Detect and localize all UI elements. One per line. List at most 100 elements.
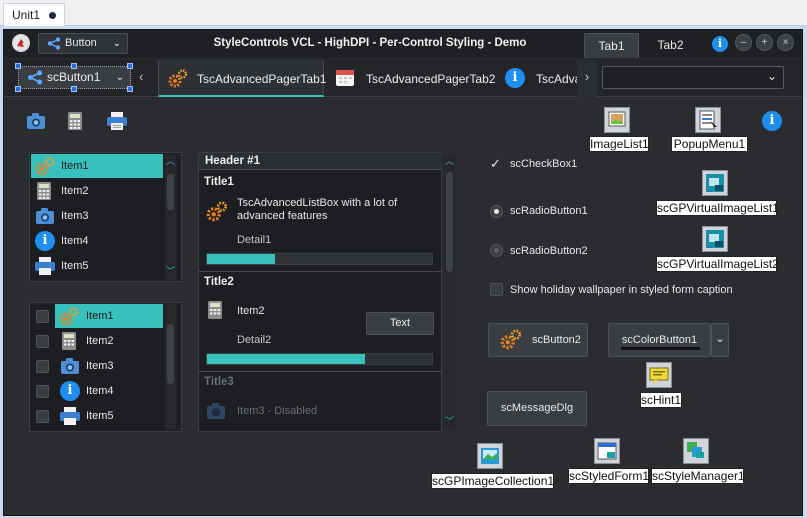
selection-handle[interactable] (71, 86, 77, 92)
list-item-label[interactable]: Item2 (86, 335, 114, 347)
style-combo-label: Button (65, 37, 97, 49)
close-button[interactable]: × (777, 34, 794, 51)
hint-icon[interactable] (646, 362, 672, 388)
camera-icon (60, 357, 80, 378)
section-title: Title3 (204, 376, 234, 388)
sc-hint1-label[interactable]: scHint1 (640, 392, 682, 408)
list-item-label: Item1 (86, 310, 114, 322)
advanced-listbox[interactable] (198, 152, 442, 432)
item-checkbox[interactable] (36, 385, 49, 398)
list-item-label[interactable]: Item3 (86, 360, 114, 372)
minimize-button[interactable]: – (735, 34, 752, 51)
printer-icon[interactable] (106, 111, 128, 134)
virtual-image-list-icon[interactable] (702, 170, 728, 196)
pager-tab-3[interactable]: TscAdva (536, 72, 581, 86)
virtual-image-list-icon[interactable] (702, 226, 728, 252)
pager-tab-2[interactable]: TscAdvancedPagerTab2 (366, 72, 495, 86)
advlist-scrollbar[interactable]: ︿ ﹀ (444, 154, 455, 430)
calculator-icon (61, 331, 77, 354)
ide-unit-tab[interactable]: Unit1 (3, 3, 65, 26)
sc-color-button1[interactable]: scColorButton1 (608, 323, 711, 357)
image-list1-label[interactable]: ImageList1 (589, 136, 649, 152)
sc-message-dlg[interactable]: scMessageDlg (487, 391, 587, 426)
scrollbar-thumb[interactable] (167, 174, 174, 210)
sc-color-button1-label: scColorButton1 (621, 334, 698, 346)
sc-radio-button2[interactable]: scRadioButton2 (510, 245, 588, 257)
tab-tab1[interactable]: Tab1 (584, 33, 639, 58)
style-manager1-label[interactable]: scStyleManager1 (651, 468, 745, 484)
list-item-label[interactable]: Item4 (61, 235, 89, 247)
info-icon: i (60, 381, 80, 401)
chevron-up-icon[interactable]: ︿ (445, 154, 454, 167)
list2-scrollbar[interactable] (165, 304, 176, 430)
popup-menu-icon[interactable] (695, 107, 721, 133)
section-text: TscAdvancedListBox with a lot of advance… (237, 197, 398, 222)
popup-menu1-label[interactable]: PopupMenu1 (671, 136, 748, 152)
list-item-label[interactable]: Item4 (86, 385, 114, 397)
list-item-label[interactable]: Item2 (61, 185, 89, 197)
section-title: Title2 (204, 276, 234, 288)
image-collection1-label[interactable]: scGPImageCollection1 (431, 473, 554, 489)
modified-dot-icon (49, 12, 56, 19)
item-checkbox[interactable] (36, 360, 49, 373)
section-title: Title1 (204, 176, 234, 188)
radio-button-2[interactable] (490, 244, 503, 257)
calculator-icon[interactable] (67, 111, 83, 134)
camera-icon (206, 402, 226, 423)
section-detail: Detail1 (237, 234, 272, 246)
caption-info-icon[interactable]: i (712, 36, 728, 52)
gears-icon (499, 327, 523, 354)
chevron-down-icon: ⌄ (766, 69, 777, 83)
styled-form1-label[interactable]: scStyledForm1 (568, 468, 649, 484)
image-list-icon[interactable] (604, 107, 630, 133)
color-dropdown-button[interactable]: ⌄ (711, 323, 729, 357)
selection-handle[interactable] (71, 63, 77, 69)
list1-scrollbar[interactable]: ︿ ﹀ (165, 154, 176, 280)
radio-dot (494, 209, 499, 214)
wallpaper-checkbox-label[interactable]: Show holiday wallpaper in styled form ca… (510, 284, 733, 296)
checkmark-icon[interactable]: ✓ (490, 156, 501, 172)
list-item-label[interactable]: Item3 (61, 210, 89, 222)
share-icon (27, 70, 43, 92)
progress-fill (207, 254, 275, 264)
pager-scroll-left-icon[interactable]: ‹ (139, 69, 143, 84)
gears-icon (34, 155, 56, 180)
styled-form-icon[interactable] (594, 438, 620, 464)
tab-tab2[interactable]: Tab2 (643, 33, 698, 58)
selection-handle[interactable] (127, 86, 133, 92)
radio-button-1[interactable] (490, 205, 503, 218)
section-detail: Detail2 (237, 334, 272, 346)
selection-handle[interactable] (127, 63, 133, 69)
chevron-up-icon[interactable]: ︿ (166, 154, 175, 167)
wallpaper-checkbox[interactable] (490, 283, 503, 296)
item-checkbox[interactable] (36, 310, 49, 323)
ide-unit-tab-label: Unit1 (12, 8, 41, 22)
text-button[interactable]: Text (366, 312, 434, 335)
ide-tab-strip (0, 0, 807, 26)
progress-bar (206, 353, 433, 365)
sc-checkbox1[interactable]: scCheckBox1 (510, 158, 577, 170)
chevron-down-icon[interactable]: ﹀ (445, 414, 454, 427)
pager-scroll-right-icon[interactable]: › (577, 60, 597, 97)
item-checkbox[interactable] (36, 410, 49, 423)
listbox-header: Header #1 (199, 153, 442, 170)
info-icon: i (35, 231, 55, 251)
scrollbar-thumb[interactable] (167, 324, 174, 384)
chevron-down-icon[interactable]: ﹀ (166, 264, 175, 277)
selection-handle[interactable] (15, 86, 21, 92)
list-item-label[interactable]: Item5 (86, 410, 114, 422)
maximize-button[interactable]: + (756, 34, 773, 51)
selection-handle[interactable] (15, 63, 21, 69)
scrollbar-thumb[interactable] (446, 172, 453, 272)
item-checkbox[interactable] (36, 335, 49, 348)
pager-tab-1[interactable]: TscAdvancedPagerTab1 (158, 60, 326, 97)
image-collection-icon[interactable] (477, 443, 503, 469)
virtual-image-list1-label[interactable]: scGPVirtualImageList1 (656, 200, 779, 216)
style-combo-button[interactable]: Button ⌄ (38, 33, 128, 54)
camera-icon[interactable] (26, 112, 46, 133)
sc-radio-button1[interactable]: scRadioButton1 (510, 205, 588, 217)
combo-box[interactable]: ⌄ (602, 66, 784, 89)
list-item-label[interactable]: Item5 (61, 260, 89, 272)
virtual-image-list2-label[interactable]: scGPVirtualImageList2 (656, 256, 779, 272)
style-manager-icon[interactable] (683, 438, 709, 464)
